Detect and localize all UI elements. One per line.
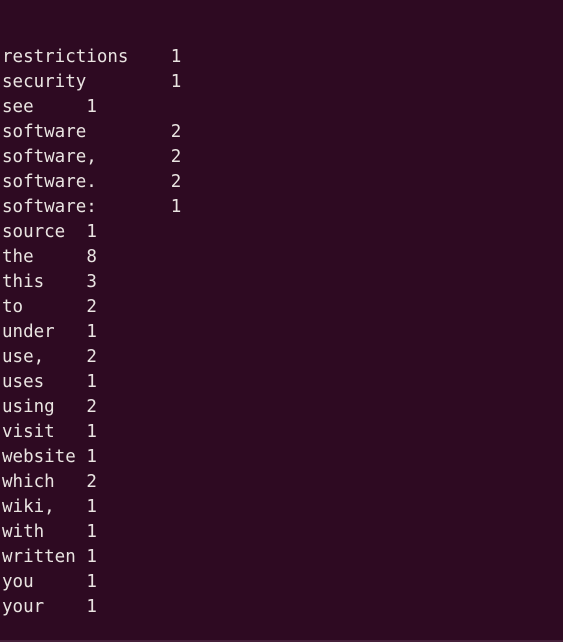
word-count-value: 2 <box>86 472 97 492</box>
word-count-row: to 2 <box>2 295 563 320</box>
word-count-row: visit 1 <box>2 420 563 445</box>
word-count-row: wiki, 1 <box>2 495 563 520</box>
word-count-row: the 8 <box>2 245 563 270</box>
word-label: see <box>2 97 34 117</box>
word-count-value: 1 <box>86 322 97 342</box>
word-count-row: using 2 <box>2 395 563 420</box>
word-count-value: 8 <box>86 247 97 267</box>
word-count-value: 2 <box>86 397 97 417</box>
word-count-value: 1 <box>170 47 182 67</box>
word-count-value: 2 <box>170 122 182 142</box>
word-count-row: see 1 <box>2 95 563 120</box>
word-count-value: 2 <box>86 347 97 367</box>
word-label: this <box>2 272 45 292</box>
word-label: use, <box>2 347 45 367</box>
word-count-value: 1 <box>86 497 97 517</box>
word-label: to <box>2 297 24 317</box>
word-label: under <box>2 322 55 342</box>
word-label: software: <box>2 197 97 217</box>
word-count-row: with 1 <box>2 520 563 545</box>
word-label: which <box>2 472 55 492</box>
word-count-value: 1 <box>86 522 97 542</box>
word-count-row: written 1 <box>2 545 563 570</box>
word-count-row: your 1 <box>2 595 563 620</box>
word-count-row: security 1 <box>2 70 563 95</box>
word-count-value: 1 <box>86 372 97 392</box>
word-count-value: 1 <box>86 447 97 467</box>
word-count-row: under 1 <box>2 320 563 345</box>
word-count-row: use, 2 <box>2 345 563 370</box>
word-count-row: uses 1 <box>2 370 563 395</box>
word-label: with <box>2 522 45 542</box>
word-label: written <box>2 547 76 567</box>
word-label: you <box>2 572 34 592</box>
word-label: software, <box>2 147 97 167</box>
word-count-value: 1 <box>86 572 97 592</box>
word-label: software <box>2 122 87 142</box>
word-label: visit <box>2 422 55 442</box>
word-count-row: software, 2 <box>2 145 563 170</box>
word-count-value: 1 <box>86 222 97 242</box>
word-count-row: source 1 <box>2 220 563 245</box>
word-label: your <box>2 597 45 617</box>
word-count-value: 1 <box>86 597 97 617</box>
word-label: website <box>2 447 76 467</box>
word-count-row: website 1 <box>2 445 563 470</box>
word-count-row: restrictions 1 <box>2 45 563 70</box>
word-count-value: 3 <box>86 272 97 292</box>
word-count-value: 1 <box>170 197 182 217</box>
word-count-value: 2 <box>170 172 182 192</box>
word-count-value: 1 <box>170 72 182 92</box>
word-count-value: 1 <box>86 97 97 117</box>
word-label: software. <box>2 172 97 192</box>
word-label: restrictions <box>2 47 129 67</box>
word-count-output: restrictions 1 security 1 see 1 software 2 softw… <box>2 45 563 620</box>
terminal-screen: restrictions 1 security 1 see 1 software 2 softw… <box>2 0 563 642</box>
word-count-row: you 1 <box>2 570 563 595</box>
word-count-value: 2 <box>170 147 182 167</box>
word-count-value: 2 <box>86 297 97 317</box>
word-count-row: software. 2 <box>2 170 563 195</box>
word-label: uses <box>2 372 45 392</box>
word-count-value: 1 <box>86 547 97 567</box>
word-count-value: 1 <box>86 422 97 442</box>
word-label: security <box>2 72 87 92</box>
word-count-row: this 3 <box>2 270 563 295</box>
word-label: using <box>2 397 55 417</box>
word-count-row: which 2 <box>2 470 563 495</box>
word-count-row: software: 1 <box>2 195 563 220</box>
word-count-row: software 2 <box>2 120 563 145</box>
word-label: the <box>2 247 34 267</box>
word-label: wiki, <box>2 497 55 517</box>
terminal-window[interactable]: restrictions 1 security 1 see 1 software 2 softw… <box>0 0 563 642</box>
word-label: source <box>2 222 66 242</box>
